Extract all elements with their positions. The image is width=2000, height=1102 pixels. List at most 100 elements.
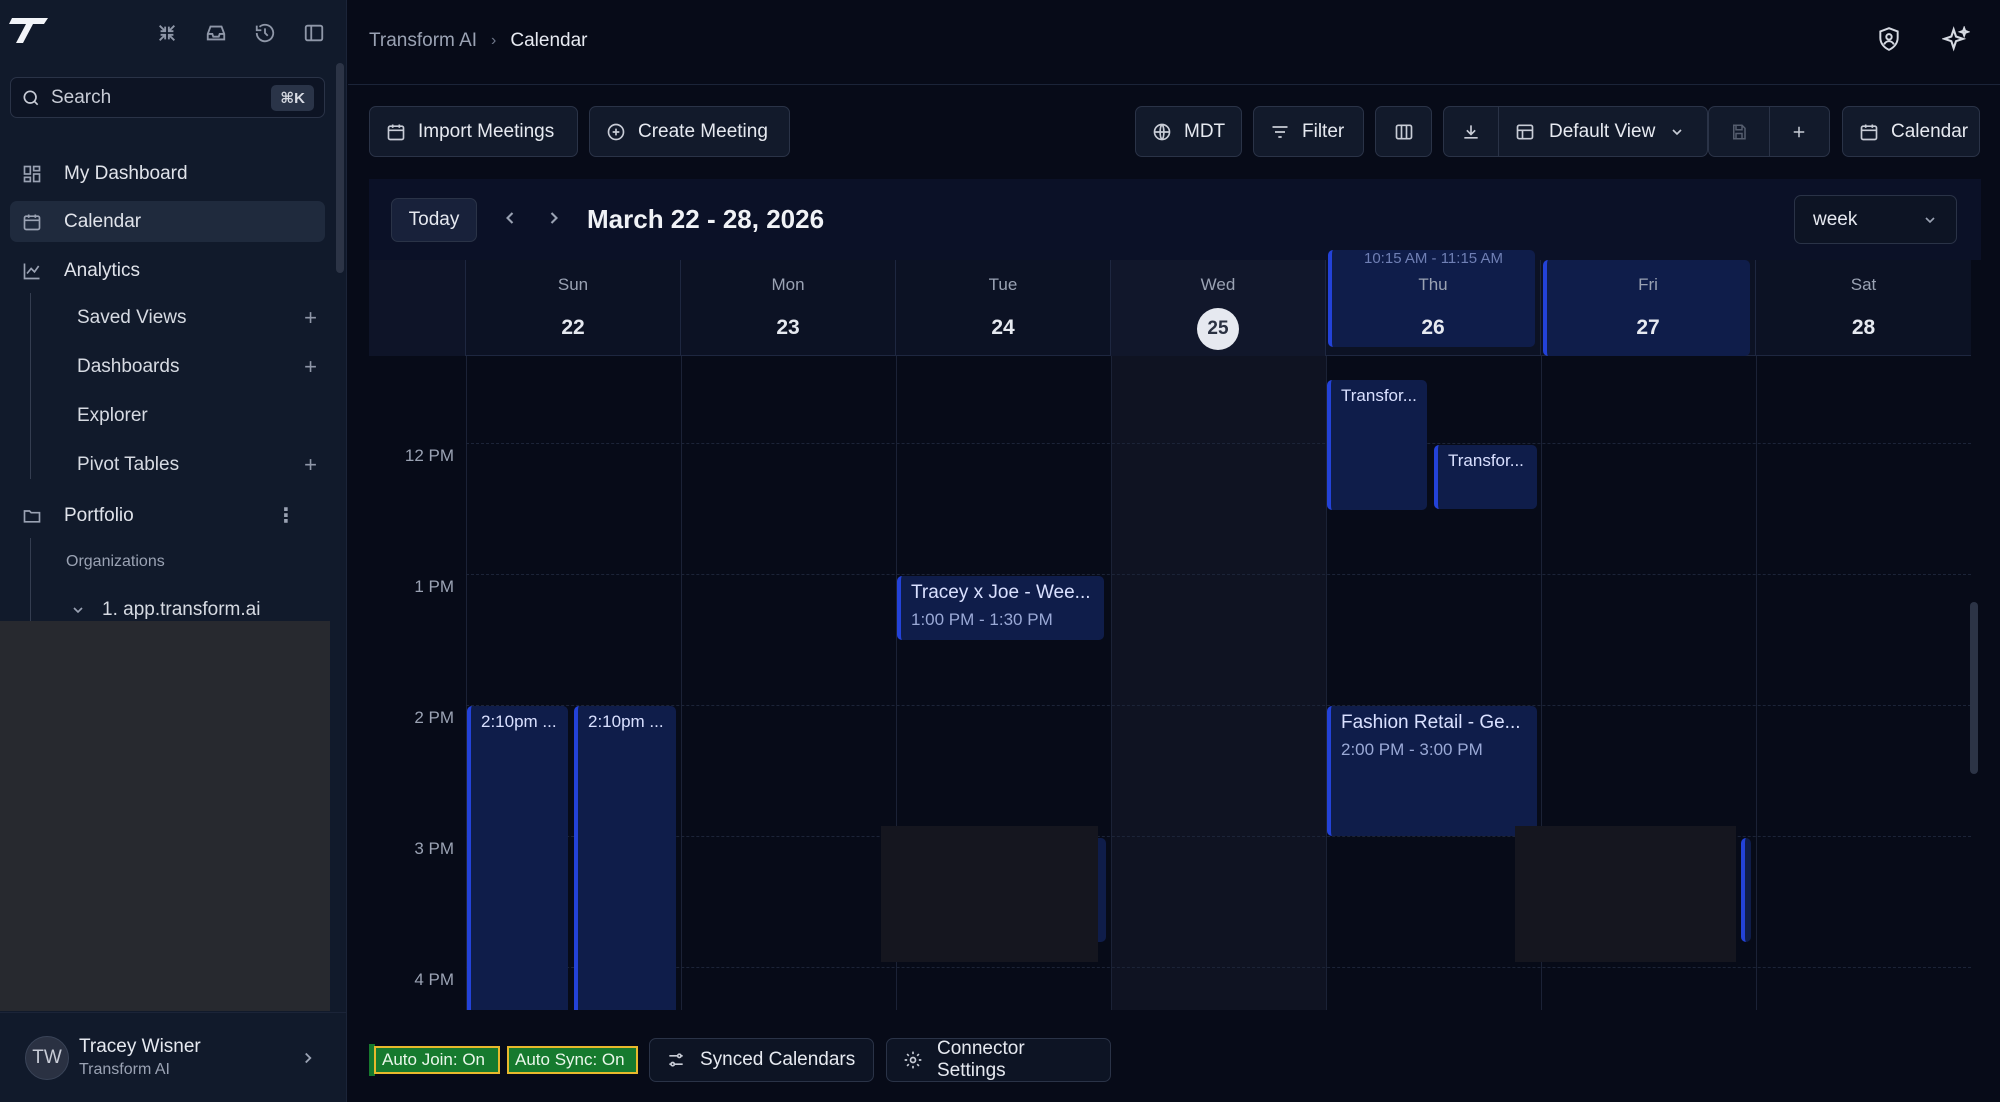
timezone-button[interactable]: MDT [1135, 106, 1242, 157]
connector-settings-button[interactable]: Connector Settings [886, 1038, 1111, 1082]
auto-sync-badge[interactable]: Auto Sync: On [507, 1046, 638, 1074]
event-title: Tracey x Joe - Wee... [911, 582, 1091, 603]
filter-button[interactable]: Filter [1253, 106, 1364, 157]
nav-saved-views[interactable]: Saved Views + [77, 297, 327, 338]
event-sun-210-b[interactable]: 2:10pm ... [574, 706, 676, 1010]
collapse-icon[interactable] [152, 18, 182, 48]
event-title: 2:10pm ... [481, 712, 557, 731]
nav-portfolio-label: Portfolio [64, 504, 134, 526]
more-options-icon[interactable]: ⋮ [276, 503, 296, 528]
nav-saved-views-label: Saved Views [77, 306, 187, 328]
nav-my-dashboard-label: My Dashboard [64, 162, 188, 184]
history-icon[interactable] [250, 18, 280, 48]
day-header-sat[interactable]: Sat 28 [1756, 260, 1971, 356]
add-saved-view-icon[interactable]: + [304, 305, 317, 331]
thu-header-event-time: 10:15 AM - 11:15 AM [1364, 250, 1503, 267]
day-date: 22 [561, 316, 585, 339]
nav-my-dashboard[interactable]: My Dashboard [10, 153, 325, 194]
calendar-view-button[interactable]: Calendar [1842, 106, 1980, 157]
prev-week-icon[interactable] [500, 208, 520, 228]
columns-button[interactable] [1375, 106, 1432, 157]
time-label: 3 PM [414, 839, 454, 858]
nav-dashboards[interactable]: Dashboards + [77, 346, 327, 387]
view-mode-select[interactable]: week [1794, 195, 1957, 244]
time-label: 2 PM [414, 708, 454, 727]
sidebar-toggle-icon[interactable] [299, 18, 329, 48]
next-week-icon[interactable] [544, 208, 564, 228]
import-meetings-label: Import Meetings [418, 120, 555, 142]
sidebar-top-icons [152, 18, 329, 48]
day-header-fri[interactable]: Fri 27 [1541, 260, 1756, 356]
org-item-label: 1. app.transform.ai [102, 599, 261, 620]
time-label: 1 PM [414, 577, 454, 596]
chevron-right-icon[interactable] [299, 1049, 317, 1067]
event-fri-partial[interactable] [1741, 838, 1751, 942]
create-meeting-label: Create Meeting [638, 120, 768, 142]
event-fashion-retail[interactable]: Fashion Retail - Ge... 2:00 PM - 3:00 PM [1327, 706, 1537, 836]
default-view-select[interactable]: Default View [1499, 107, 1707, 156]
search-input[interactable]: Search ⌘K [10, 77, 325, 118]
import-meetings-button[interactable]: Import Meetings [369, 106, 578, 157]
event-thu-transform-1[interactable]: Transfor... [1327, 380, 1427, 510]
user-profile[interactable]: TW Tracey Wisner Transform AI [0, 1012, 347, 1102]
nav-calendar[interactable]: Calendar [10, 201, 325, 242]
day-header-thu[interactable]: 10:15 AM - 11:15 AM Thu 26 [1326, 250, 1541, 356]
inbox-icon[interactable] [201, 18, 231, 48]
day-header-tue[interactable]: Tue 24 [896, 260, 1111, 356]
nav-pivot-tables-label: Pivot Tables [77, 453, 180, 475]
nav-portfolio[interactable]: Portfolio ⋮ [10, 495, 325, 536]
download-icon [1461, 122, 1481, 142]
event-tracey-joe[interactable]: Tracey x Joe - Wee... 1:00 PM - 1:30 PM [897, 576, 1104, 640]
sidebar-scrollbar[interactable] [336, 63, 344, 273]
day-header-wed[interactable]: Wed 25 [1111, 260, 1326, 356]
avatar: TW [25, 1035, 69, 1080]
nav-calendar-label: Calendar [64, 210, 142, 232]
org-item[interactable]: 1. app.transform.ai [70, 599, 260, 621]
calendar-time-grid[interactable]: 12 PM 1 PM 2 PM 3 PM 4 PM Transfor... Tr… [369, 356, 1971, 1010]
add-dashboard-icon[interactable]: + [304, 354, 317, 380]
breadcrumb: Transform AI › Calendar [369, 30, 587, 52]
user-org: Transform AI [79, 1061, 170, 1078]
nav-pivot-tables[interactable]: Pivot Tables + [77, 444, 327, 485]
grid-column-wed[interactable] [1111, 356, 1326, 1010]
download-button[interactable] [1444, 107, 1499, 156]
overlay-block [881, 826, 1098, 962]
today-button[interactable]: Today [391, 198, 477, 242]
time-gutter-corner [369, 260, 466, 356]
sidebar: Search ⌘K My Dashboard Calendar Analytic… [0, 0, 347, 1102]
chevron-down-icon [1922, 212, 1938, 228]
layout-icon [1515, 122, 1535, 142]
auto-join-badge[interactable]: Auto Join: On [374, 1046, 500, 1074]
grid-column-mon[interactable] [681, 356, 896, 1010]
save-view-button[interactable] [1709, 107, 1770, 156]
sliders-icon [666, 1050, 686, 1070]
event-sun-210-a[interactable]: 2:10pm ... [467, 706, 568, 1010]
calendar-icon [1859, 122, 1879, 142]
event-title: Fashion Retail - Ge... [1341, 712, 1521, 733]
transform-logo-icon[interactable] [9, 15, 51, 45]
day-name: Sun [557, 275, 589, 294]
day-header-sun[interactable]: Sun 22 [466, 260, 681, 356]
overlay-block [1515, 826, 1736, 962]
add-view-button[interactable] [1770, 107, 1830, 156]
ai-sparkle-icon[interactable] [1942, 26, 1970, 54]
nav-explorer[interactable]: Explorer [77, 395, 327, 436]
event-thu-transform-2[interactable]: Transfor... [1434, 445, 1537, 509]
nav-analytics-label: Analytics [64, 259, 141, 281]
security-settings-icon[interactable] [1876, 26, 1902, 54]
day-date: 24 [991, 316, 1015, 339]
create-meeting-button[interactable]: Create Meeting [589, 106, 790, 157]
add-pivot-table-icon[interactable]: + [304, 452, 317, 478]
grid-scrollbar[interactable] [1970, 602, 1978, 774]
hour-line [466, 443, 1971, 444]
breadcrumb-root[interactable]: Transform AI [369, 30, 477, 52]
synced-calendars-button[interactable]: Synced Calendars [649, 1038, 874, 1082]
day-header-mon[interactable]: Mon 23 [681, 260, 896, 356]
day-date: 28 [1851, 316, 1876, 339]
grid-column-sat[interactable] [1756, 356, 1971, 1010]
folder-icon [20, 504, 44, 528]
event-time: 1:00 PM - 1:30 PM [911, 610, 1053, 629]
chevron-down-icon[interactable] [70, 602, 86, 618]
calendar-icon [386, 122, 406, 142]
nav-analytics[interactable]: Analytics [10, 250, 325, 291]
